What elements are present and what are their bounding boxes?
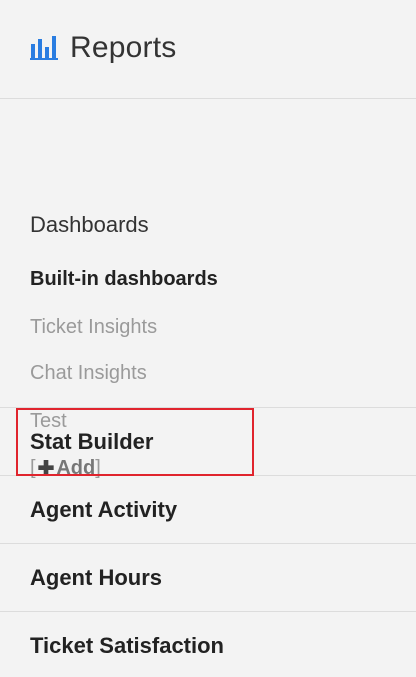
nav-item-ticket-satisfaction[interactable]: Ticket Satisfaction (0, 612, 416, 677)
page-title: Reports (70, 31, 177, 64)
nav-item-label: Agent Hours (30, 565, 162, 590)
dashboards-heading[interactable]: Dashboards (30, 212, 149, 238)
reports-sidebar: Reports Dashboards Built-in dashboards T… (0, 0, 416, 677)
reports-header: Reports (0, 0, 416, 99)
dashboards-section: Dashboards Built-in dashboards Ticket In… (0, 99, 416, 480)
nav-item-label: Ticket Satisfaction (30, 633, 224, 658)
built-in-dashboards-label: Built-in dashboards (30, 268, 218, 290)
dashboard-item-ticket-insights[interactable]: Ticket Insights (30, 316, 157, 339)
highlight-box (16, 408, 254, 476)
nav-item-agent-hours[interactable]: Agent Hours (0, 544, 416, 612)
nav-item-agent-activity[interactable]: Agent Activity (0, 476, 416, 544)
bar-chart-icon (30, 36, 58, 60)
dashboard-item-chat-insights[interactable]: Chat Insights (30, 362, 147, 385)
nav-item-label: Agent Activity (30, 497, 178, 522)
